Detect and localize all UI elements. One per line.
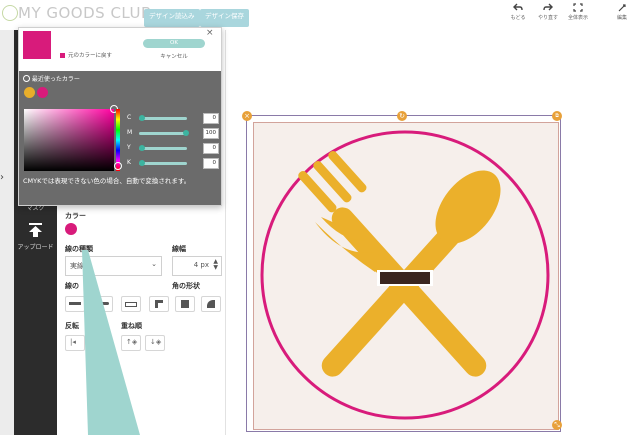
rotate-handle[interactable]: ↻: [397, 111, 407, 121]
fit-screen-label: 全体表示: [567, 15, 588, 21]
undo-icon: [513, 3, 523, 11]
delete-handle[interactable]: ×: [242, 111, 252, 121]
reset-color-dot: [60, 53, 65, 58]
recent-colors-label: 最近使ったカラー: [23, 74, 80, 83]
color-picker-popup: 元のカラーに戻す OK キャンセル × 最近使ったカラー C 0 M 100 Y: [18, 27, 222, 206]
value-field-m[interactable]: 100: [203, 128, 219, 139]
clock-icon: [23, 75, 30, 82]
flip-label: 反転: [65, 322, 79, 330]
line-type-value: 実線: [70, 262, 84, 270]
bring-forward-button[interactable]: ↑◈: [121, 335, 141, 351]
value-field-c[interactable]: 0: [203, 113, 219, 124]
flip-horizontal-button[interactable]: |◂: [65, 335, 85, 351]
cutlery-design[interactable]: [253, 122, 557, 428]
edit-button[interactable]: 編集: [603, 3, 635, 21]
ok-button[interactable]: OK: [143, 39, 205, 48]
slider-thumb-y[interactable]: [139, 145, 145, 151]
slider-c[interactable]: [139, 117, 187, 120]
cmyk-note: CMYKでは表現できない色の場合、自動で変換されます。: [23, 177, 191, 185]
stepper-arrows-icon: ▲ ▼: [213, 258, 218, 271]
channel-label-m: M: [127, 129, 133, 136]
value-field-y[interactable]: 0: [203, 143, 219, 154]
hue-cursor[interactable]: [114, 162, 122, 170]
rotate-icon: ↻: [399, 112, 405, 120]
saturation-area[interactable]: [24, 109, 114, 171]
undo-label: もどる: [510, 15, 526, 21]
line-end-label: 線の: [65, 282, 79, 290]
edit-icon: [618, 4, 626, 12]
cancel-button[interactable]: キャンセル: [149, 52, 199, 60]
line-type-label: 線の種類: [65, 245, 93, 253]
line-end-square-button[interactable]: [121, 296, 141, 312]
order-label: 重ね順: [121, 322, 142, 330]
fit-screen-button[interactable]: 全体表示: [563, 3, 593, 21]
color-label: カラー: [65, 212, 86, 220]
current-color-swatch: [23, 31, 51, 59]
brand-logo-icon: [2, 5, 18, 21]
channel-label-c: C: [127, 114, 132, 121]
upload-icon: [29, 223, 42, 237]
redo-button[interactable]: やり直す: [533, 3, 563, 21]
line-width-label: 線幅: [172, 245, 186, 253]
line-type-select[interactable]: 実線 ⌄: [65, 256, 162, 276]
toolbar-item-upload[interactable]: アップロード: [14, 222, 57, 251]
recent-color-swatch[interactable]: [37, 87, 48, 98]
brand-name: MY GOODS CLUB: [18, 4, 152, 22]
corner-miter-button[interactable]: [149, 296, 169, 312]
slider-y[interactable]: [139, 147, 187, 150]
corner-bevel-button[interactable]: [175, 296, 195, 312]
send-backward-icon: ↓◈: [150, 338, 162, 346]
tab-load-design[interactable]: デザイン読込み: [144, 9, 200, 27]
upload-label: アップロード: [17, 244, 54, 251]
send-backward-button[interactable]: ↓◈: [145, 335, 165, 351]
left-edge: [0, 30, 14, 435]
slider-k[interactable]: [139, 162, 187, 165]
chevron-down-icon: ⌄: [151, 260, 157, 268]
recent-colors-text: 最近使ったカラー: [31, 76, 80, 83]
slider-thumb-c[interactable]: [139, 115, 145, 121]
line-width-stepper[interactable]: 4 px ▲ ▼: [172, 256, 222, 276]
resize-handle[interactable]: ⤡: [552, 420, 562, 430]
channel-label-k: K: [127, 159, 131, 166]
color-swatch[interactable]: [65, 223, 77, 235]
slider-thumb-m[interactable]: [183, 130, 189, 136]
slider-m[interactable]: [139, 132, 187, 135]
corner-round-button[interactable]: [201, 296, 221, 312]
chevron-right-icon[interactable]: ›: [0, 172, 4, 183]
undo-button[interactable]: もどる: [503, 3, 533, 21]
recent-color-swatch[interactable]: [24, 87, 35, 98]
reset-color-link[interactable]: 元のカラーに戻す: [68, 51, 112, 59]
copy-icon: ⧉: [555, 113, 559, 119]
redo-label: やり直す: [537, 15, 558, 21]
close-icon[interactable]: ×: [206, 28, 214, 38]
color-picker-body: 最近使ったカラー C 0 M 100 Y 0 K 0 CMYKでは表現できない色…: [19, 71, 221, 205]
line-end-round-button[interactable]: [93, 296, 113, 312]
flip-horizontal-icon: |◂: [70, 338, 76, 346]
line-end-flat-button[interactable]: [65, 296, 85, 312]
bring-forward-icon: ↑◈: [126, 338, 138, 346]
resize-icon: ⤡: [554, 421, 560, 429]
edit-label: 編集: [617, 15, 628, 21]
fit-screen-icon: [573, 3, 583, 12]
value-field-k[interactable]: 0: [203, 158, 219, 169]
tab-save-design[interactable]: デザイン保存: [200, 9, 249, 27]
close-icon: ×: [244, 112, 250, 120]
line-width-value: 4 px: [193, 261, 209, 269]
copy-handle[interactable]: ⧉: [552, 111, 562, 121]
canvas-area[interactable]: × ↻ ⧉ ⤡: [226, 30, 635, 435]
redo-icon: [543, 3, 553, 11]
channel-label-y: Y: [127, 144, 131, 151]
slider-thumb-k[interactable]: [139, 160, 145, 166]
corner-label: 角の形状: [172, 282, 200, 290]
